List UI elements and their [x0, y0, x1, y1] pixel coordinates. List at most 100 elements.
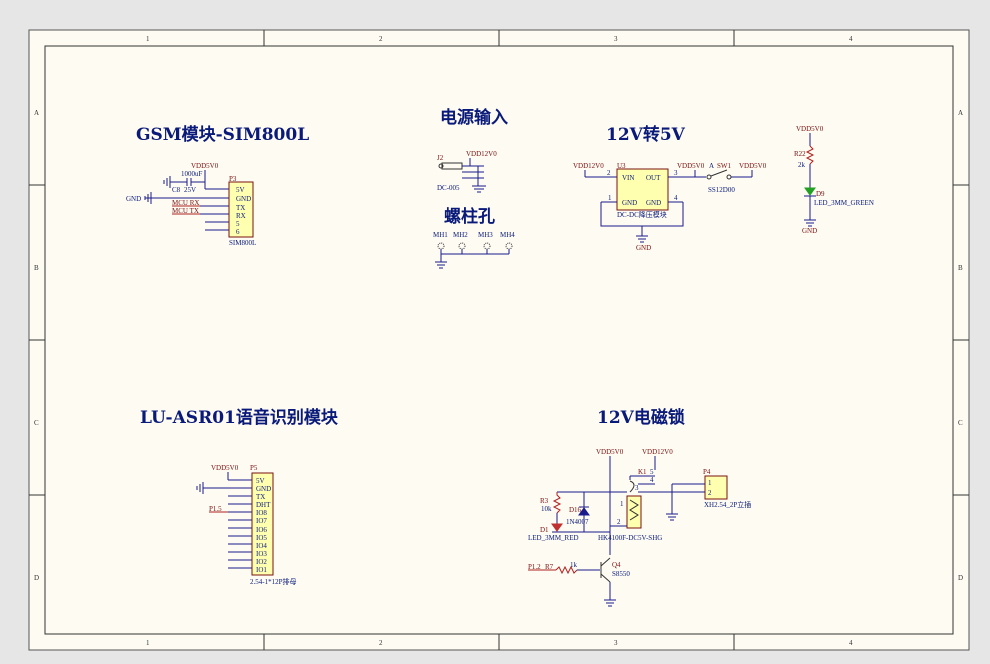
gsm-vdd-net: VDD5V0	[191, 162, 219, 170]
power-in-part: DC-005	[437, 184, 460, 192]
zone-row-c-left: C	[34, 419, 39, 427]
voice-pin-12: IO1	[256, 566, 267, 574]
buck-vin-net: VDD12V0	[573, 162, 604, 170]
title-power-in: 电源输入	[440, 107, 508, 128]
gsm-cap-ref: C8	[172, 186, 181, 194]
gsm-pin-2: GND	[236, 195, 251, 203]
relay-part: HK4100F-DC5V-SHG	[598, 534, 662, 542]
relay-pin-2: 2	[617, 518, 621, 526]
zone-col-3-top: 3	[614, 35, 618, 43]
title-gsm: GSM模块-SIM800L	[136, 124, 309, 145]
relay-ref: K1	[638, 468, 647, 476]
lock-r7-ref: R7	[545, 563, 554, 571]
zone-row-b-left: B	[34, 264, 39, 272]
hole-label-1: MH1	[433, 231, 448, 239]
lock-q-part: S8550	[612, 570, 630, 578]
voice-pin-2: GND	[256, 485, 271, 493]
lock-vdd12-net: VDD12V0	[642, 448, 673, 456]
schematic-sheet: 1 2 3 4 1 2 3 4 A B C D A B C D GSM模块-SI…	[28, 29, 970, 651]
title-buck: 12V转5V	[606, 124, 686, 145]
buck-pin-4: 4	[674, 194, 678, 202]
title-mount-holes: 螺柱孔	[444, 206, 495, 227]
gsm-footer: SIM800L	[229, 239, 256, 247]
voice-pin-4: DHT	[256, 501, 271, 509]
switch-part: SS12D00	[708, 186, 735, 194]
buck-gnd-net: GND	[636, 244, 651, 252]
lock-r3-val: 10k	[541, 505, 552, 513]
buck-out-net: VDD5V0	[677, 162, 705, 170]
relay-pin-3: 3	[635, 484, 639, 492]
lock-d1-part: LED_3MM_RED	[528, 534, 579, 542]
power-in-vdd-net: VDD12V0	[466, 150, 497, 158]
title-voice: LU-ASR01语音识别模块	[140, 407, 339, 428]
gsm-cap-voltage: 25V	[184, 186, 196, 194]
buck-pin-1: 1	[608, 194, 612, 202]
zone-col-2-bottom: 2	[379, 639, 383, 647]
hole-label-3: MH3	[478, 231, 493, 239]
lock-conn-part: XH2.54_2P立插	[704, 500, 751, 509]
zone-col-2-top: 2	[379, 35, 383, 43]
led-green-r-val: 2k	[798, 161, 806, 169]
led-green-vdd-net: VDD5V0	[796, 125, 824, 133]
buck-pin-2: 2	[607, 169, 611, 177]
zone-col-4-top: 4	[849, 35, 853, 43]
voice-pin-8: IO5	[256, 534, 267, 542]
zone-row-d-left: D	[34, 574, 39, 582]
led-green-d-ref: D9	[816, 190, 825, 198]
gsm-pin-5: 5	[236, 220, 240, 228]
relay-pin-5: 5	[650, 468, 654, 476]
hole-label-2: MH2	[453, 231, 468, 239]
voice-pin-7: IO6	[256, 526, 267, 534]
zone-row-d-right: D	[958, 574, 963, 582]
relay-pin-1: 1	[620, 500, 624, 508]
led-green-d-part: LED_3MM_GREEN	[814, 199, 874, 207]
buck-pin-3: 3	[674, 169, 678, 177]
lock-conn-pin-1: 1	[708, 479, 712, 487]
buck-part: DC-DC降压模块	[617, 210, 667, 219]
lock-d16-part: 1N4007	[566, 518, 589, 526]
lock-d1-ref: D1	[540, 526, 549, 534]
voice-pin-5: IO8	[256, 509, 267, 517]
lock-vdd5-net: VDD5V0	[596, 448, 624, 456]
lock-conn-pin-2: 2	[708, 489, 712, 497]
gsm-gnd-net: GND	[126, 195, 141, 203]
switch-net-a: A	[709, 162, 714, 170]
voice-footer: 2.54-1*12P排母	[250, 577, 296, 586]
voice-pin-10: IO3	[256, 550, 267, 558]
switch-ref: SW1	[717, 162, 732, 170]
gsm-pin-1: 5V	[236, 186, 245, 194]
zone-col-1-bottom: 1	[146, 639, 150, 647]
buck-pin-gnd2: GND	[646, 199, 661, 207]
zone-row-c-right: C	[958, 419, 963, 427]
relay-pin-4: 4	[650, 476, 654, 484]
gsm-pin-3: TX	[236, 204, 245, 212]
led-green-gnd-net: GND	[802, 227, 817, 235]
voice-vdd-net: VDD5V0	[211, 464, 239, 472]
lock-conn-ref: P4	[703, 468, 711, 476]
zone-col-4-bottom: 4	[849, 639, 853, 647]
buck-pin-vin: VIN	[622, 174, 634, 182]
lock-r3-ref: R3	[540, 497, 549, 505]
zone-col-1-top: 1	[146, 35, 150, 43]
voice-pin-1: 5V	[256, 477, 265, 485]
zone-row-a-right: A	[958, 109, 963, 117]
buck-pin-gnd1: GND	[622, 199, 637, 207]
voice-pin-6: IO7	[256, 517, 267, 525]
gsm-pin-4: RX	[236, 212, 246, 220]
power-in-ref: J2	[437, 154, 444, 162]
title-lock: 12V电磁锁	[597, 407, 685, 428]
voice-ref: P5	[250, 464, 258, 472]
zone-row-b-right: B	[958, 264, 963, 272]
lock-q-ref: Q4	[612, 561, 621, 569]
switch-out-net: VDD5V0	[739, 162, 767, 170]
hole-label-4: MH4	[500, 231, 515, 239]
zone-col-3-bottom: 3	[614, 639, 618, 647]
buck-pin-out: OUT	[646, 174, 661, 182]
voice-pin-3: TX	[256, 493, 265, 501]
gsm-cap-value: 1000uF	[181, 170, 203, 178]
voice-pin-11: IO2	[256, 558, 267, 566]
zone-row-a-left: A	[34, 109, 39, 117]
led-green-r-ref: R22	[794, 150, 806, 158]
voice-pin-9: IO4	[256, 542, 267, 550]
gsm-pin-6: 6	[236, 228, 240, 236]
